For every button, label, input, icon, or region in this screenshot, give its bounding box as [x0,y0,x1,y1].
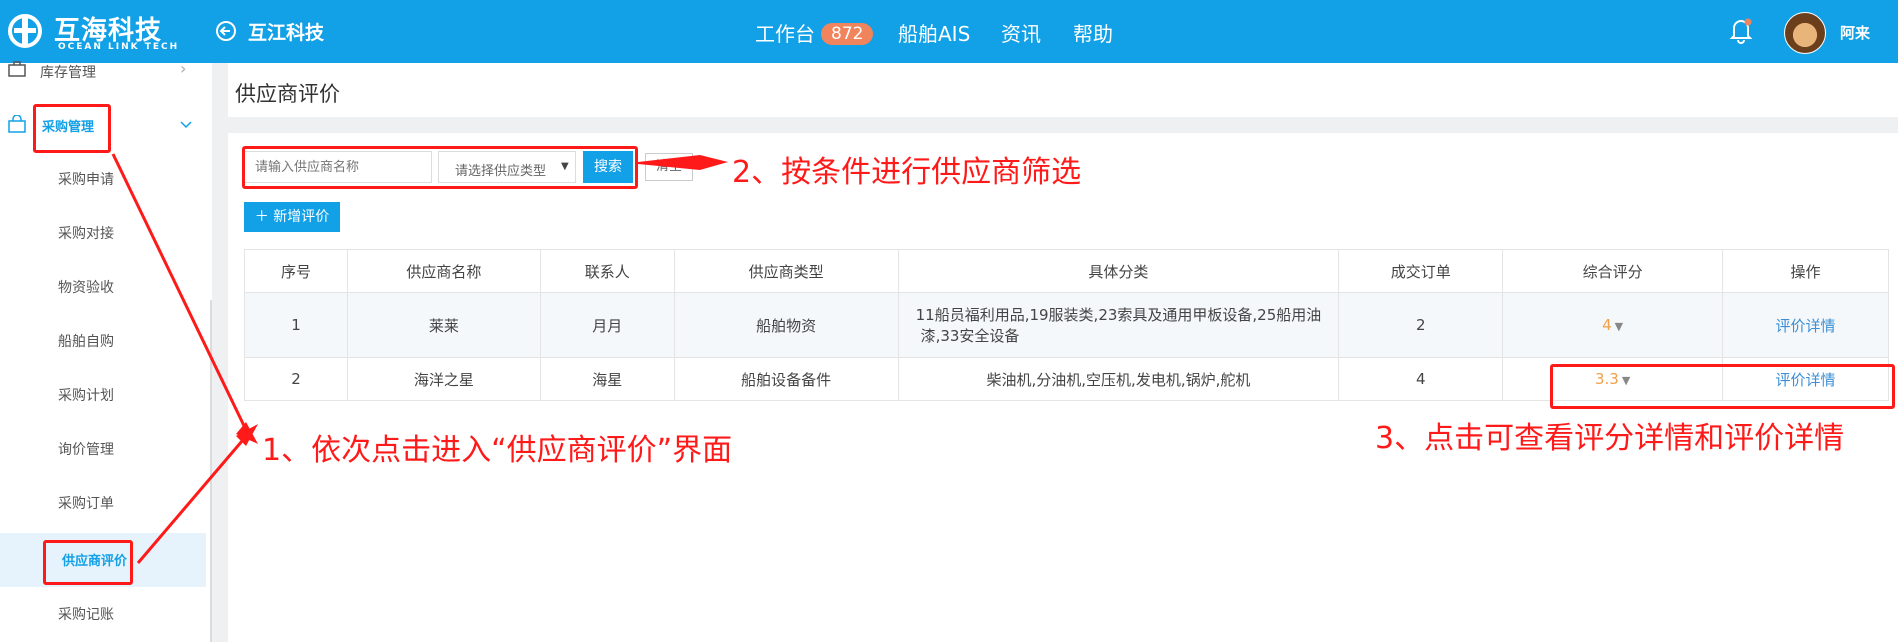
annotation-arrows [111,153,728,564]
annotation-line [136,433,250,564]
annotation-step2: 2、按条件进行供应商筛选 [732,155,1082,190]
annotation-step1: 1、依次点击进入“供应商评价”界面 [262,433,733,468]
annotation-line [111,153,250,435]
annotation-step3: 3、点击可查看评分详情和评价详情 [1375,421,1845,456]
arrow-right-icon [638,155,728,170]
